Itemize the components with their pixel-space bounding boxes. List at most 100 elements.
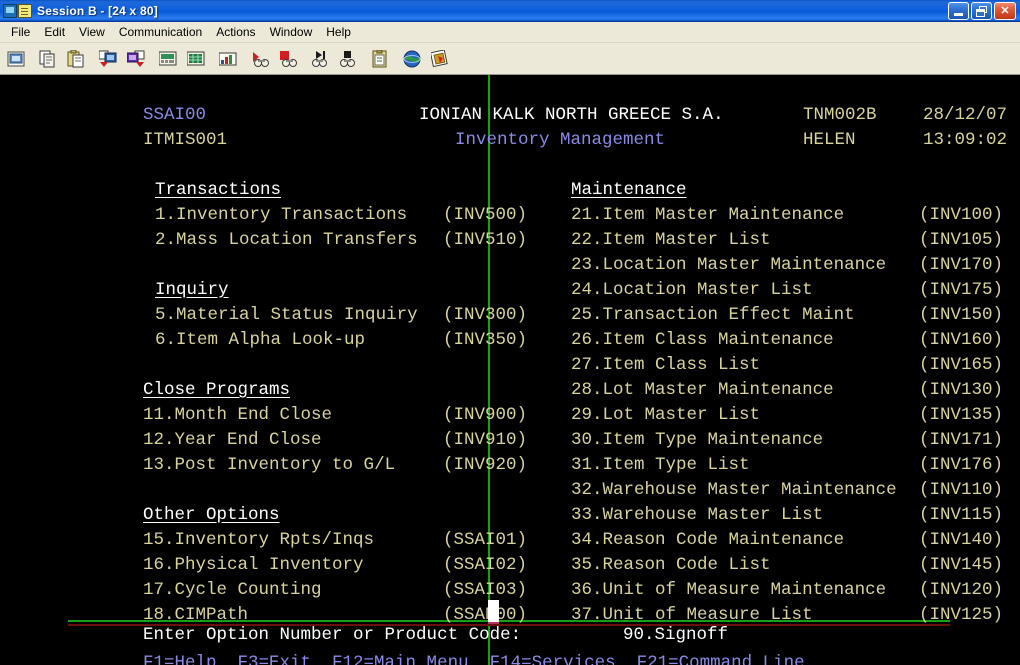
user-name: HELEN bbox=[803, 130, 856, 150]
menu-item-communication[interactable]: Communication bbox=[112, 23, 209, 41]
menu-option-16[interactable]: 16.Physical Inventory bbox=[80, 528, 364, 575]
record-macro-icon[interactable] bbox=[247, 46, 273, 71]
screen-id: ITMIS001 bbox=[143, 130, 228, 150]
option-input-underline bbox=[488, 622, 499, 624]
receive-file-icon[interactable] bbox=[123, 46, 149, 71]
minimize-button[interactable] bbox=[948, 1, 969, 20]
menu-option-5-code: (INV300) bbox=[443, 305, 528, 325]
menu-item-help[interactable]: Help bbox=[319, 23, 358, 41]
menu-option-12-code: (INV910) bbox=[443, 430, 528, 450]
option-input-cursor[interactable] bbox=[488, 600, 499, 622]
menu-item-actions[interactable]: Actions bbox=[209, 23, 262, 41]
play-macro-to-end-icon[interactable] bbox=[335, 46, 361, 71]
menu-option-22-code: (INV105) bbox=[919, 230, 1004, 250]
menu-option-23-code: (INV170) bbox=[919, 255, 1004, 275]
menu-option-27-code: (INV165) bbox=[919, 355, 1004, 375]
title-bar: Session B - [24 x 80] ✕ bbox=[0, 0, 1020, 22]
menu-option-32-code: (INV110) bbox=[919, 480, 1004, 500]
menu-bar: File Edit View Communication Actions Win… bbox=[0, 22, 1020, 43]
menu-option-29-code: (INV135) bbox=[919, 405, 1004, 425]
menu-option-13-code: (INV920) bbox=[443, 455, 528, 475]
color-setup-icon[interactable] bbox=[215, 46, 241, 71]
screen-title: Inventory Management bbox=[455, 130, 666, 150]
copy-icon[interactable] bbox=[35, 46, 61, 71]
section-heading-inquiry: Inquiry bbox=[155, 280, 229, 300]
menu-option-36[interactable]: 36.Unit of Measure Maintenance bbox=[508, 553, 886, 600]
menu-option-17-code: (SSAI03) bbox=[443, 580, 528, 600]
menu-option-35[interactable]: 35.Reason Code List bbox=[508, 528, 771, 575]
company-name: IONIAN KALK NORTH GREECE S.A. bbox=[419, 105, 724, 125]
section-heading-other-options: Other Options bbox=[143, 505, 280, 525]
menu-option-30[interactable]: 30.Item Type Maintenance bbox=[508, 403, 823, 450]
menu-item-file[interactable]: File bbox=[4, 23, 37, 41]
program-id: SSAI00 bbox=[143, 105, 207, 125]
menu-option-1[interactable]: 1.Inventory Transactions bbox=[92, 178, 407, 225]
menu-option-15-code: (SSAI01) bbox=[443, 530, 528, 550]
paste-icon[interactable] bbox=[63, 46, 89, 71]
menu-option-31[interactable]: 31.Item Type List bbox=[508, 428, 750, 475]
menu-option-24[interactable]: 24.Location Master List bbox=[508, 253, 813, 300]
keyboard-setup-icon[interactable] bbox=[155, 46, 181, 71]
menu-option-13[interactable]: 13.Post Inventory to G/L bbox=[80, 428, 395, 475]
menu-option-37-code: (INV125) bbox=[919, 605, 1004, 625]
menu-option-6-code: (INV350) bbox=[443, 330, 528, 350]
option-prompt-label: Enter Option Number or Product Code: bbox=[143, 625, 522, 645]
menu-item-view[interactable]: View bbox=[72, 23, 112, 41]
index-icon[interactable] bbox=[427, 46, 453, 71]
menu-item-window[interactable]: Window bbox=[263, 23, 320, 41]
menu-option-33[interactable]: 33.Warehouse Master List bbox=[508, 478, 823, 525]
section-heading-maintenance: Maintenance bbox=[571, 180, 687, 200]
menu-option-26-code: (INV160) bbox=[919, 330, 1004, 350]
menu-option-27[interactable]: 27.Item Class List bbox=[508, 328, 760, 375]
menu-option-34-code: (INV140) bbox=[919, 530, 1004, 550]
function-key-bar: F1=Help F3=Exit F12=Main Menu F14=Servic… bbox=[143, 653, 805, 665]
section-heading-transactions: Transactions bbox=[155, 180, 282, 200]
menu-option-25[interactable]: 25.Transaction Effect Maint bbox=[508, 278, 855, 325]
terminal-screen[interactable]: SSAI00 IONIAN KALK NORTH GREECE S.A. TNM… bbox=[0, 75, 1020, 665]
play-macro-icon[interactable] bbox=[307, 46, 333, 71]
menu-option-21[interactable]: 21.Item Master Maintenance bbox=[508, 178, 844, 225]
terminal-emulator-window: Session B - [24 x 80] ✕ File Edit View C… bbox=[0, 0, 1020, 665]
internet-icon[interactable] bbox=[399, 46, 425, 71]
menu-item-edit[interactable]: Edit bbox=[37, 23, 72, 41]
display-setup-icon[interactable] bbox=[183, 46, 209, 71]
menu-option-34[interactable]: 34.Reason Code Maintenance bbox=[508, 503, 844, 550]
clipboard-icon[interactable] bbox=[367, 46, 393, 71]
title-bar-icons bbox=[3, 3, 32, 18]
send-file-icon[interactable] bbox=[95, 46, 121, 71]
menu-option-28-code: (INV130) bbox=[919, 380, 1004, 400]
toolbar bbox=[0, 43, 1020, 75]
menu-option-23[interactable]: 23.Location Master Maintenance bbox=[508, 228, 886, 275]
menu-option-36-code: (INV120) bbox=[919, 580, 1004, 600]
menu-option-24-code: (INV175) bbox=[919, 280, 1004, 300]
stop-macro-icon[interactable] bbox=[275, 46, 301, 71]
menu-option-26[interactable]: 26.Item Class Maintenance bbox=[508, 303, 834, 350]
menu-option-28[interactable]: 28.Lot Master Maintenance bbox=[508, 353, 834, 400]
menu-option-11[interactable]: 11.Month End Close bbox=[80, 378, 332, 425]
terminal-id: TNM002B bbox=[803, 105, 877, 125]
menu-option-15[interactable]: 15.Inventory Rpts/Inqs bbox=[80, 503, 374, 550]
restore-button[interactable] bbox=[971, 1, 992, 20]
menu-option-11-code: (INV900) bbox=[443, 405, 528, 425]
session-screen-icon bbox=[3, 3, 17, 18]
menu-option-22[interactable]: 22.Item Master List bbox=[508, 203, 771, 250]
menu-option-32[interactable]: 32.Warehouse Master Maintenance bbox=[508, 453, 897, 500]
menu-option-90[interactable]: 90.Signoff bbox=[560, 598, 728, 645]
menu-option-2-code: (INV510) bbox=[443, 230, 528, 250]
close-button[interactable]: ✕ bbox=[994, 1, 1016, 20]
menu-option-31-code: (INV176) bbox=[919, 455, 1004, 475]
menu-option-2[interactable]: 2.Mass Location Transfers bbox=[92, 203, 418, 250]
menu-option-12[interactable]: 12.Year End Close bbox=[80, 403, 322, 450]
window-title: Session B - [24 x 80] bbox=[37, 3, 158, 18]
menu-option-29[interactable]: 29.Lot Master List bbox=[508, 378, 760, 425]
menu-option-17[interactable]: 17.Cycle Counting bbox=[80, 553, 322, 600]
display-session-icon[interactable] bbox=[3, 46, 29, 71]
menu-option-6[interactable]: 6.Item Alpha Look-up bbox=[92, 303, 365, 350]
window-controls: ✕ bbox=[948, 1, 1018, 20]
menu-option-16-code: (SSAI02) bbox=[443, 555, 528, 575]
menu-option-21-code: (INV100) bbox=[919, 205, 1004, 225]
menu-option-5[interactable]: 5.Material Status Inquiry bbox=[92, 278, 418, 325]
menu-option-35-code: (INV145) bbox=[919, 555, 1004, 575]
system-date: 28/12/07 bbox=[923, 105, 1008, 125]
session-doc-icon bbox=[18, 3, 32, 18]
